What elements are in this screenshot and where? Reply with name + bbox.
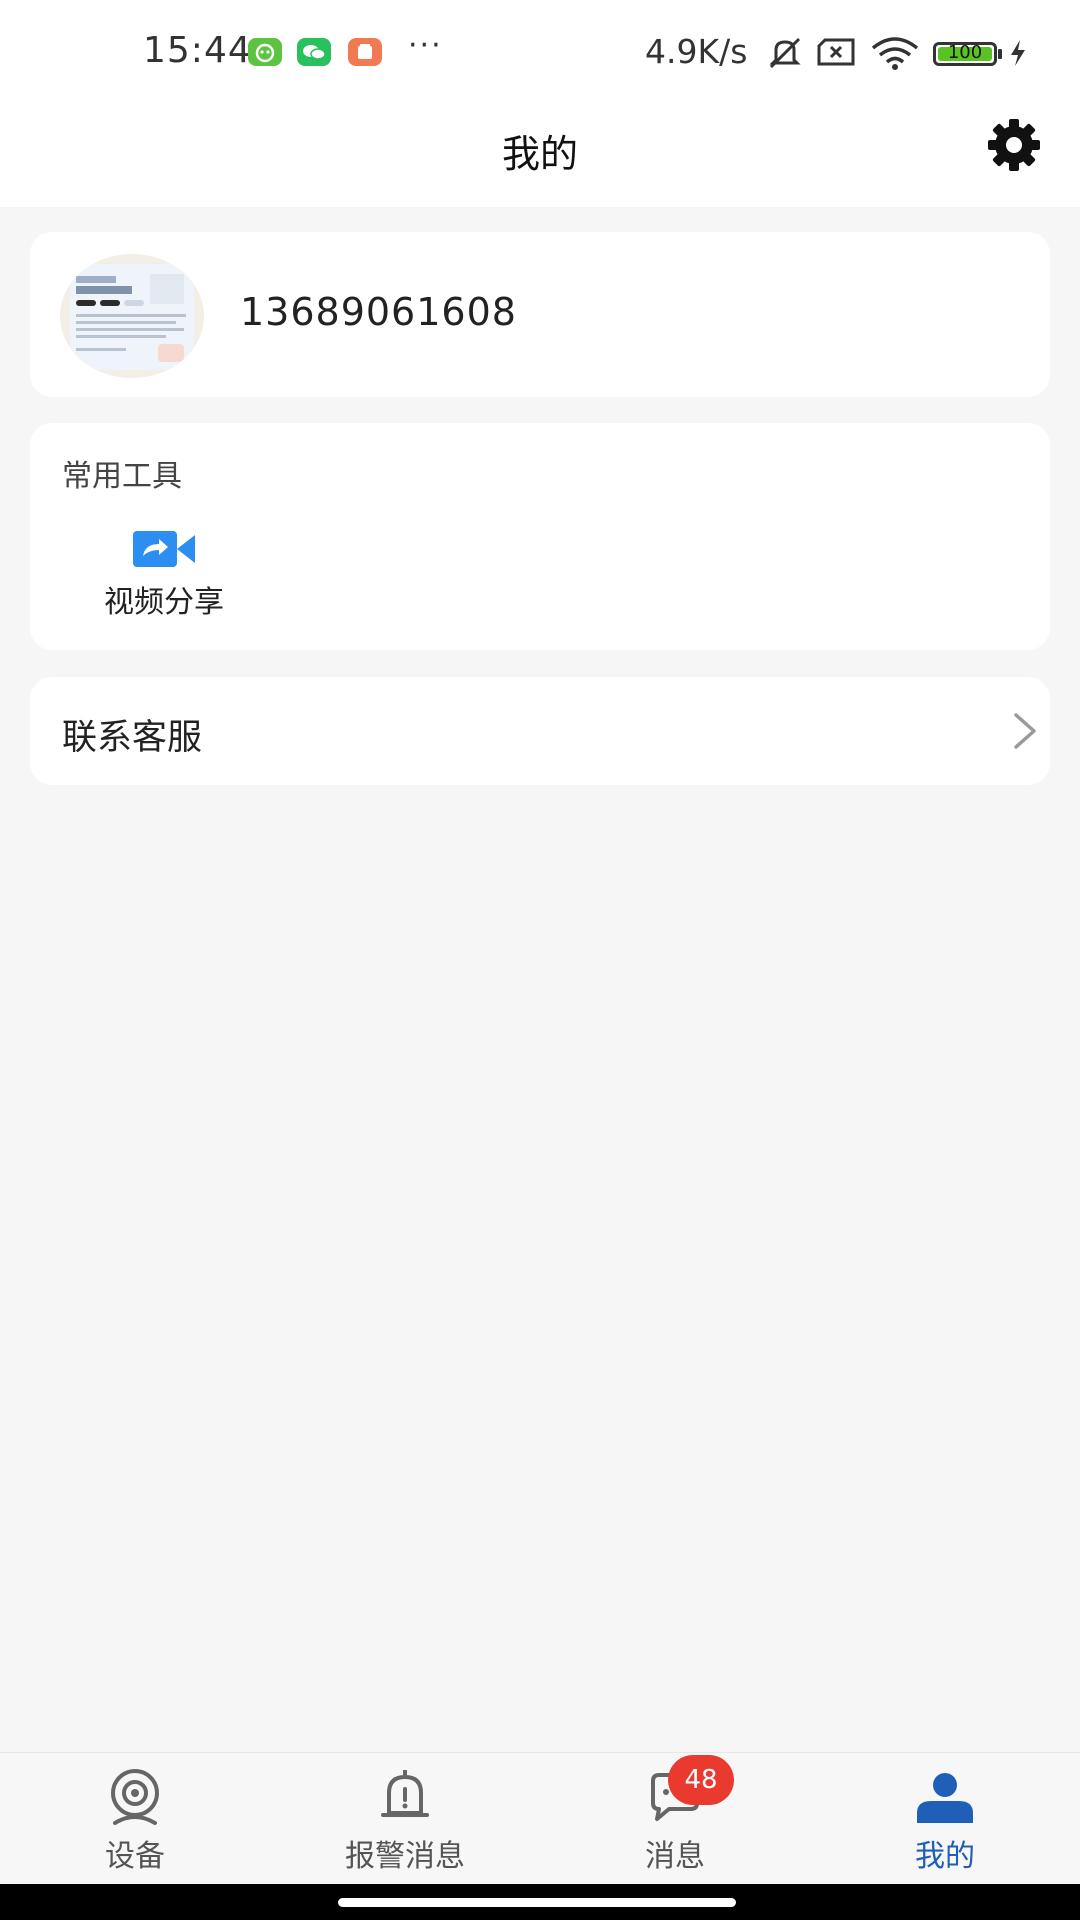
video-share-button[interactable]: 视频分享	[80, 523, 248, 638]
tab-devices-label: 设备	[105, 1839, 165, 1874]
profile-card[interactable]: 13689061608	[30, 232, 1050, 397]
tab-devices[interactable]: 设备	[0, 1753, 270, 1885]
lightning-icon	[1008, 38, 1028, 72]
contact-service-label: 联系客服	[62, 718, 203, 758]
tools-section-title: 常用工具	[62, 459, 182, 494]
settings-button[interactable]	[985, 116, 1043, 174]
tab-alarm-messages[interactable]: 报警消息	[270, 1753, 540, 1885]
tab-messages[interactable]: 48 消息	[540, 1753, 810, 1885]
avatar[interactable]	[60, 254, 204, 378]
bottom-tab-bar: 设备 报警消息 48 消息 我的	[0, 1752, 1080, 1885]
video-share-label: 视频分享	[104, 585, 224, 620]
battery-cap	[998, 49, 1002, 59]
battery-icon: 100	[933, 42, 997, 66]
bilibili-app-icon	[248, 38, 282, 66]
person-icon	[917, 1773, 973, 1823]
page-header: 我的	[0, 105, 1080, 207]
system-navigation-bar	[0, 1884, 1080, 1920]
contact-service-row[interactable]: 联系客服	[30, 677, 1050, 785]
home-indicator[interactable]	[338, 1898, 736, 1907]
camera-icon	[111, 1769, 159, 1825]
status-bar: 15:44 ··· 4.9K/s 100	[0, 0, 1080, 105]
tab-alarm-messages-label: 报警消息	[345, 1839, 465, 1874]
network-speed: 4.9K/s	[645, 32, 748, 71]
messages-count-badge: 48	[668, 1755, 734, 1805]
status-time: 15:44	[143, 30, 252, 71]
wechat-app-icon	[297, 38, 331, 66]
sim-off-icon	[815, 36, 857, 72]
tab-messages-label: 消息	[645, 1839, 705, 1874]
page-title: 我的	[501, 132, 578, 176]
phone-number: 13689061608	[240, 290, 517, 334]
wifi-icon	[870, 36, 920, 74]
app-store-icon	[348, 38, 382, 66]
battery-level: 100	[947, 42, 983, 63]
gear-icon	[988, 119, 1040, 171]
chevron-right-icon	[1014, 713, 1036, 749]
tab-mine-label: 我的	[915, 1839, 975, 1874]
video-share-icon	[133, 531, 195, 567]
tab-mine[interactable]: 我的	[810, 1753, 1080, 1885]
tools-card: 常用工具 视频分享	[30, 423, 1050, 650]
more-notifications-icon: ···	[408, 28, 443, 63]
mute-bell-icon	[766, 36, 804, 74]
alarm-bell-icon	[381, 1770, 429, 1817]
